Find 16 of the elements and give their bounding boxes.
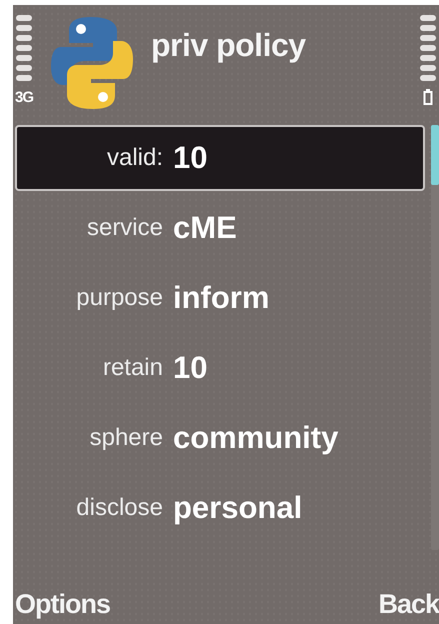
- back-softkey[interactable]: Back: [376, 589, 439, 620]
- scrollbar[interactable]: [431, 125, 439, 550]
- list-item[interactable]: retain 10: [15, 335, 425, 401]
- signal-icon: [15, 13, 33, 83]
- scrollbar-thumb[interactable]: [431, 125, 439, 185]
- list-item[interactable]: sphere community: [15, 405, 425, 471]
- battery-icon: [423, 89, 433, 105]
- list-item[interactable]: purpose inform: [15, 265, 425, 331]
- list-item[interactable]: service cME: [15, 195, 425, 261]
- snake-logo-icon: [51, 15, 133, 111]
- list-item[interactable]: disclose personal: [15, 475, 425, 541]
- window-title: priv policy: [151, 27, 306, 64]
- battery-level-icon: [419, 13, 437, 83]
- options-softkey[interactable]: Options: [13, 589, 110, 620]
- list-item[interactable]: valid: 10: [15, 125, 425, 191]
- network-type: 3G: [14, 89, 33, 106]
